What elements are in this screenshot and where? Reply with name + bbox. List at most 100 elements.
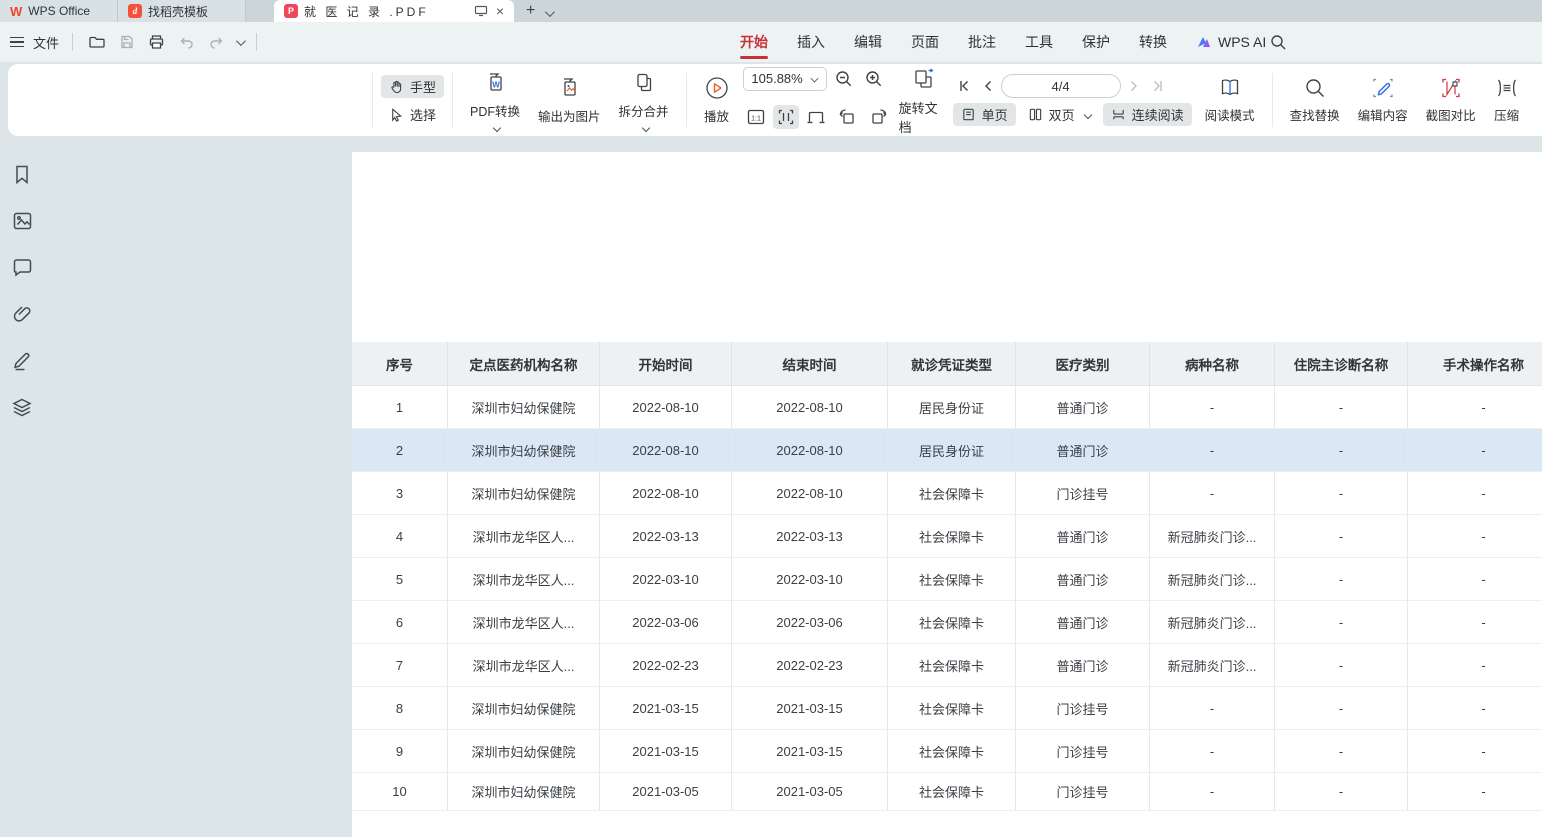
history-chevron-icon[interactable]: [236, 33, 243, 51]
edit-content-button[interactable]: 编辑内容: [1349, 74, 1417, 126]
table-cell: 居民身份证: [888, 386, 1016, 429]
divider: [72, 33, 73, 51]
split-merge-button[interactable]: 拆分合并: [610, 68, 678, 133]
table-header-cell: 手术操作名称: [1408, 342, 1542, 386]
table-row: 2深圳市妇幼保健院2022-08-102022-08-10居民身份证普通门诊--…: [352, 429, 1542, 472]
rotate-doc-button[interactable]: 旋转文档: [899, 98, 939, 136]
attachment-icon[interactable]: [8, 299, 37, 328]
table-row: 7深圳市龙华区人...2022-02-232022-02-23社会保障卡普通门诊…: [352, 644, 1542, 687]
table-header-cell: 序号: [352, 342, 448, 386]
tab-page[interactable]: 页面: [911, 23, 939, 61]
zoom-chevron-icon: [810, 75, 818, 83]
table-cell: -: [1275, 386, 1408, 429]
table-cell: 社会保障卡: [888, 730, 1016, 773]
redo-icon[interactable]: [206, 33, 227, 52]
single-page-label: 单页: [982, 105, 1008, 124]
tab-list-chevron-icon[interactable]: [545, 4, 552, 22]
first-page-icon[interactable]: [953, 76, 975, 96]
tab-document-active[interactable]: P 就 医 记 录 .PDF ×: [274, 0, 514, 22]
pdf-convert-button[interactable]: W PDF转换: [461, 68, 529, 133]
tab-tools[interactable]: 工具: [1025, 23, 1053, 61]
prev-page-icon[interactable]: [979, 76, 997, 96]
layers-icon[interactable]: [7, 393, 37, 422]
fit-width-icon[interactable]: [803, 105, 829, 129]
tab-edit[interactable]: 编辑: [854, 23, 882, 61]
ribbon-tabs: 开始 插入 编辑 页面 批注 工具 保护 转换: [740, 22, 1167, 62]
wps-logo-icon: W: [10, 4, 22, 19]
ribbon-search-icon[interactable]: [1270, 22, 1287, 62]
file-menu[interactable]: 文件: [33, 33, 59, 52]
table-cell: 社会保障卡: [888, 601, 1016, 644]
table-header-cell: 开始时间: [600, 342, 732, 386]
find-replace-button[interactable]: 查找替换: [1281, 74, 1349, 126]
compress-button[interactable]: 压缩: [1485, 74, 1529, 126]
single-page-icon: [961, 107, 976, 122]
tab-protect[interactable]: 保护: [1082, 23, 1110, 61]
new-tab-button[interactable]: +: [526, 0, 535, 22]
table-row: 8深圳市妇幼保健院2021-03-152021-03-15社会保障卡门诊挂号--…: [352, 687, 1542, 730]
close-tab-icon[interactable]: ×: [496, 4, 504, 18]
double-page-button[interactable]: 双页: [1020, 103, 1099, 126]
table-header-cell: 定点医药机构名称: [448, 342, 600, 386]
single-page-button[interactable]: 单页: [953, 103, 1016, 126]
fit-page-icon[interactable]: [773, 105, 799, 129]
table-cell: -: [1150, 773, 1275, 811]
compress-label: 压缩: [1494, 105, 1519, 124]
word-translate-button[interactable]: 文A 划词翻译: [1535, 103, 1542, 126]
zoom-in-icon[interactable]: [861, 66, 887, 92]
table-cell: 普通门诊: [1016, 515, 1150, 558]
print-icon[interactable]: [146, 32, 167, 52]
table-cell: 6: [352, 601, 448, 644]
play-label: 播放: [704, 106, 729, 125]
tab-comment[interactable]: 批注: [968, 23, 996, 61]
zoom-out-icon[interactable]: [831, 66, 857, 92]
pdf-page: 序号定点医药机构名称开始时间结束时间就诊凭证类型医疗类别病种名称住院主诊断名称手…: [352, 152, 1542, 837]
tab-home[interactable]: 开始: [740, 23, 768, 61]
signature-icon[interactable]: [8, 346, 37, 375]
divider: [256, 33, 257, 51]
bookmark-icon[interactable]: [8, 160, 36, 189]
tab-insert[interactable]: 插入: [797, 23, 825, 61]
rotate-left-icon[interactable]: [833, 105, 861, 129]
next-page-icon[interactable]: [1125, 76, 1143, 96]
thumbnail-panel-icon[interactable]: [8, 207, 37, 235]
table-cell: 新冠肺炎门诊...: [1150, 601, 1275, 644]
table-cell: 社会保障卡: [888, 515, 1016, 558]
tab-wps-office[interactable]: W WPS Office: [0, 0, 118, 22]
play-icon: [704, 75, 730, 101]
table-row: 4深圳市龙华区人...2022-03-132022-03-13社会保障卡普通门诊…: [352, 515, 1542, 558]
hamburger-menu-icon[interactable]: [10, 37, 24, 48]
comment-panel-icon[interactable]: [8, 253, 37, 281]
table-cell: 2022-02-23: [600, 644, 732, 687]
monitor-icon[interactable]: [474, 5, 488, 17]
save-icon[interactable]: [117, 32, 137, 52]
page-indicator-input[interactable]: [1001, 74, 1121, 98]
side-panel-rail: [0, 152, 44, 837]
continuous-read-button[interactable]: 连续阅读: [1103, 103, 1192, 126]
rotate-right-icon[interactable]: [865, 105, 893, 129]
screenshot-compare-button[interactable]: 截图对比: [1417, 74, 1485, 126]
undo-icon[interactable]: [176, 33, 197, 52]
play-button[interactable]: 播放: [695, 73, 739, 127]
table-header-cell: 就诊凭证类型: [888, 342, 1016, 386]
table-cell: -: [1275, 515, 1408, 558]
table-cell: 2022-03-06: [600, 601, 732, 644]
export-image-button[interactable]: 输出为图片: [529, 73, 610, 127]
wps-ai-button[interactable]: WPS AI: [1196, 22, 1266, 62]
pdf-convert-icon: W: [482, 70, 508, 96]
last-page-icon[interactable]: [1147, 76, 1169, 96]
actual-size-icon[interactable]: 1:1: [743, 105, 769, 129]
table-row: 3深圳市妇幼保健院2022-08-102022-08-10社会保障卡门诊挂号--…: [352, 472, 1542, 515]
read-mode-button[interactable]: 阅读模式: [1196, 74, 1264, 126]
open-folder-icon[interactable]: [86, 32, 108, 52]
hand-tool-button[interactable]: 手型: [381, 75, 444, 98]
table-cell: 7: [352, 644, 448, 687]
select-tool-button[interactable]: 选择: [381, 103, 444, 126]
tab-template-store[interactable]: d 找稻壳模板: [118, 0, 246, 22]
full-translate-button[interactable]: A文 全文翻译: [1535, 75, 1542, 98]
table-cell: 门诊挂号: [1016, 773, 1150, 811]
zoom-level-select[interactable]: 105.88%: [743, 67, 827, 91]
table-cell: 2022-08-10: [732, 386, 888, 429]
tab-convert[interactable]: 转换: [1139, 23, 1167, 61]
organize-pages-icon[interactable]: [909, 65, 939, 93]
